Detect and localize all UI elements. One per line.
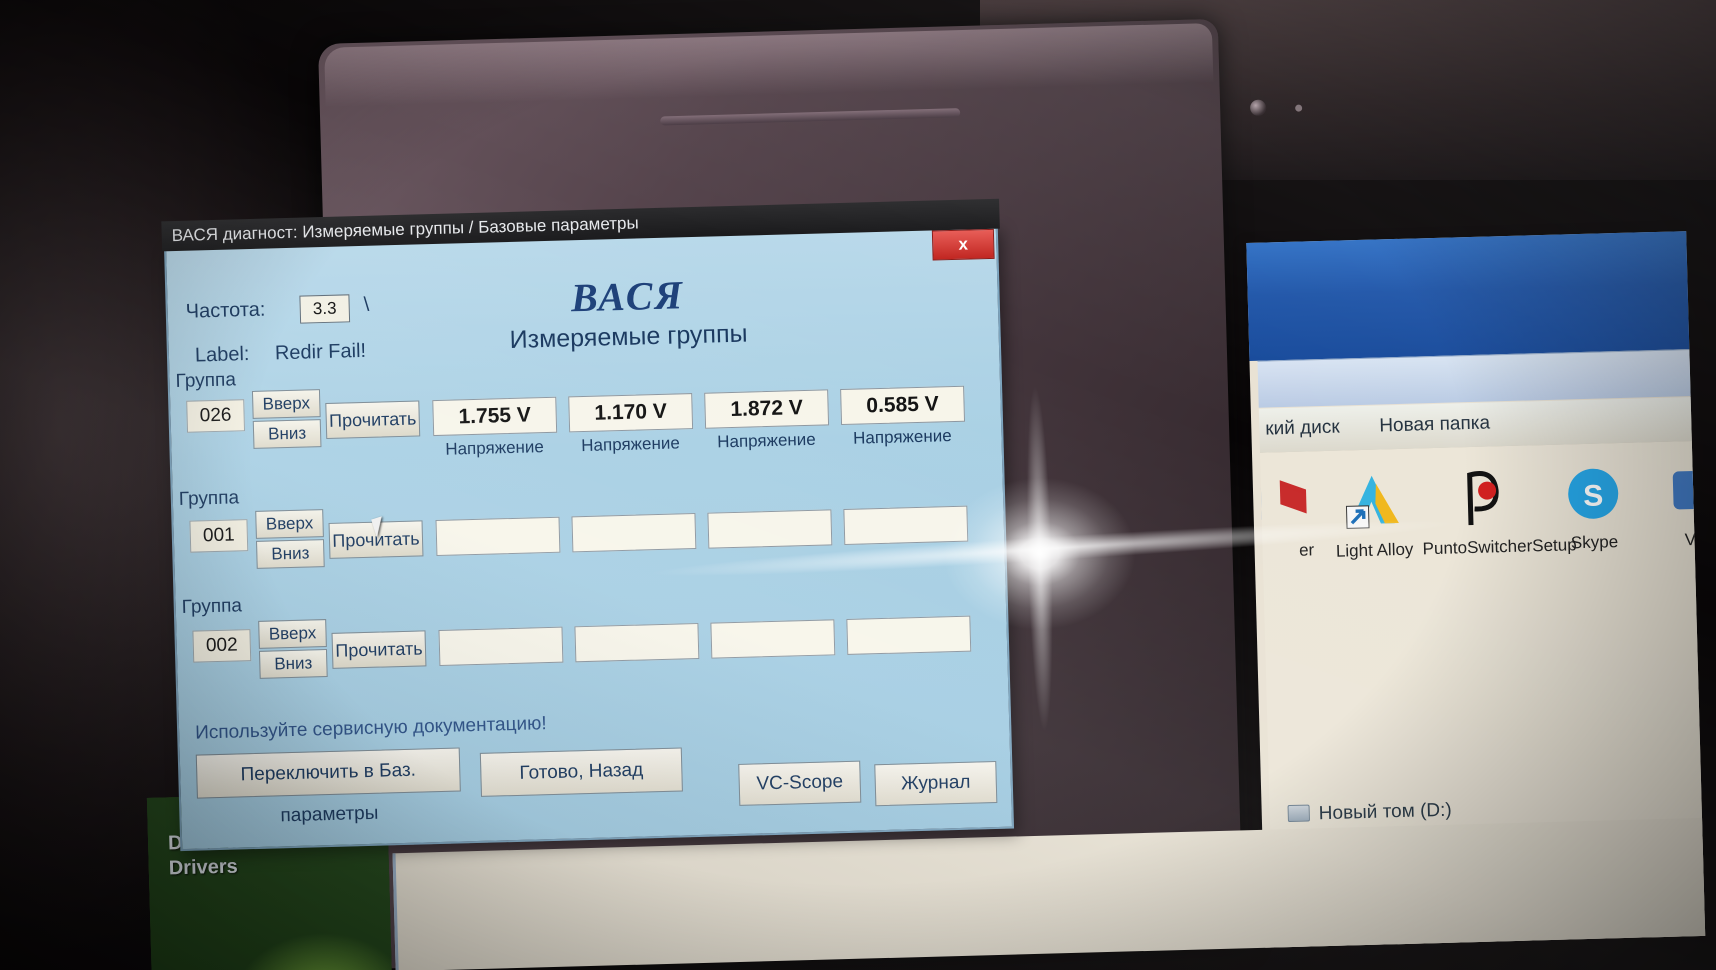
desktop-icon-item[interactable]: PuntoSwitcherSetup	[1420, 463, 1577, 559]
measured-value	[571, 513, 697, 553]
measured-value	[574, 622, 700, 663]
label-caption: Label:	[194, 343, 250, 367]
tree-item-new-volume[interactable]: Новый том (D:)	[1287, 800, 1452, 826]
group-read-button[interactable]: Прочитать	[325, 400, 421, 439]
vc-scope-button[interactable]: VC-Scope	[738, 760, 862, 806]
vcds-titlebar: ВАСЯ диагност: Измеряемые группы / Базов…	[161, 198, 1000, 252]
group-down-button[interactable]: Вниз	[252, 419, 322, 449]
close-button[interactable]: x	[931, 228, 995, 261]
journal-button[interactable]: Журнал	[874, 760, 998, 807]
drive-icon	[1287, 804, 1310, 823]
group-number: 002	[192, 629, 252, 663]
desktop-icon-label: Light Alloy	[1335, 539, 1414, 561]
measured-unit: Напряжение	[580, 433, 681, 456]
measured-value: 0.585 V	[840, 385, 966, 426]
punto-switcher-icon	[1467, 471, 1499, 526]
measured-unit: Напряжение	[445, 437, 545, 459]
explorer-titlebar	[1246, 228, 1706, 361]
svg-text:S: S	[1583, 479, 1604, 513]
label-value: Redir Fail!	[274, 339, 367, 365]
measured-value: 1.872 V	[704, 389, 830, 429]
measured-value	[438, 626, 564, 666]
measured-unit: Напряжение	[716, 429, 816, 452]
measured-value: 1.755 V	[432, 396, 558, 437]
app-brand: ВАСЯ	[570, 272, 685, 321]
laptop-screen: ⇄ Поиск: Программы кий диск Новая папка …	[62, 56, 1706, 970]
group-number: 001	[189, 519, 249, 553]
measured-value	[846, 615, 972, 655]
done-back-button[interactable]: Готово, Назад	[479, 747, 683, 797]
group-up-button[interactable]: Вверх	[255, 509, 324, 539]
group-number: 026	[186, 399, 246, 433]
light-alloy-icon	[1345, 475, 1399, 529]
switch-to-basic-button[interactable]: Переключить в Баз. параметры	[195, 747, 461, 826]
measured-value	[710, 619, 836, 659]
group-down-button[interactable]: Вниз	[258, 649, 328, 679]
measured-unit: Напряжение	[852, 426, 952, 448]
vcds-dialog[interactable]: ВАСЯ диагност: Измеряемые группы / Базов…	[161, 198, 1015, 852]
watermark-line-2: Drivers	[168, 855, 239, 880]
skype-icon: S	[1568, 468, 1619, 519]
documentation-hint: Используйте сервисную документацию!	[194, 713, 547, 744]
measured-value	[707, 509, 833, 549]
group-caption: Группа	[181, 595, 243, 618]
app-brand-subtitle: Измеряемые группы	[509, 319, 748, 354]
toolbar-disk-label[interactable]: кий диск	[1265, 417, 1340, 441]
toolbar-new-folder-button[interactable]: Новая папка	[1379, 412, 1490, 437]
vcds-title: ВАСЯ диагност: Измеряемые группы / Базов…	[171, 213, 639, 246]
measured-value	[435, 516, 561, 557]
tree-item-label: Новый том (D:)	[1318, 799, 1452, 825]
group-up-button[interactable]: Вверх	[251, 389, 321, 419]
measured-value: 1.170 V	[568, 393, 694, 433]
group-read-button[interactable]: Прочитать	[331, 630, 427, 669]
photo-canvas: ⇄ Поиск: Программы кий диск Новая папка …	[0, 0, 1716, 970]
frequency-input[interactable]: 3.3	[299, 294, 351, 324]
measured-value	[843, 505, 969, 546]
frequency-label: Частота:	[185, 298, 266, 323]
group-caption: Группа	[178, 487, 240, 510]
group-up-button[interactable]: Вверх	[258, 619, 327, 649]
frequency-suffix: \	[363, 293, 370, 316]
desktop-icon-label: PuntoSwitcherSetup	[1422, 535, 1577, 559]
group-down-button[interactable]: Вниз	[255, 539, 325, 569]
desktop-icon-item[interactable]: Light Alloy	[1313, 470, 1435, 562]
group-caption: Группа	[175, 369, 237, 393]
